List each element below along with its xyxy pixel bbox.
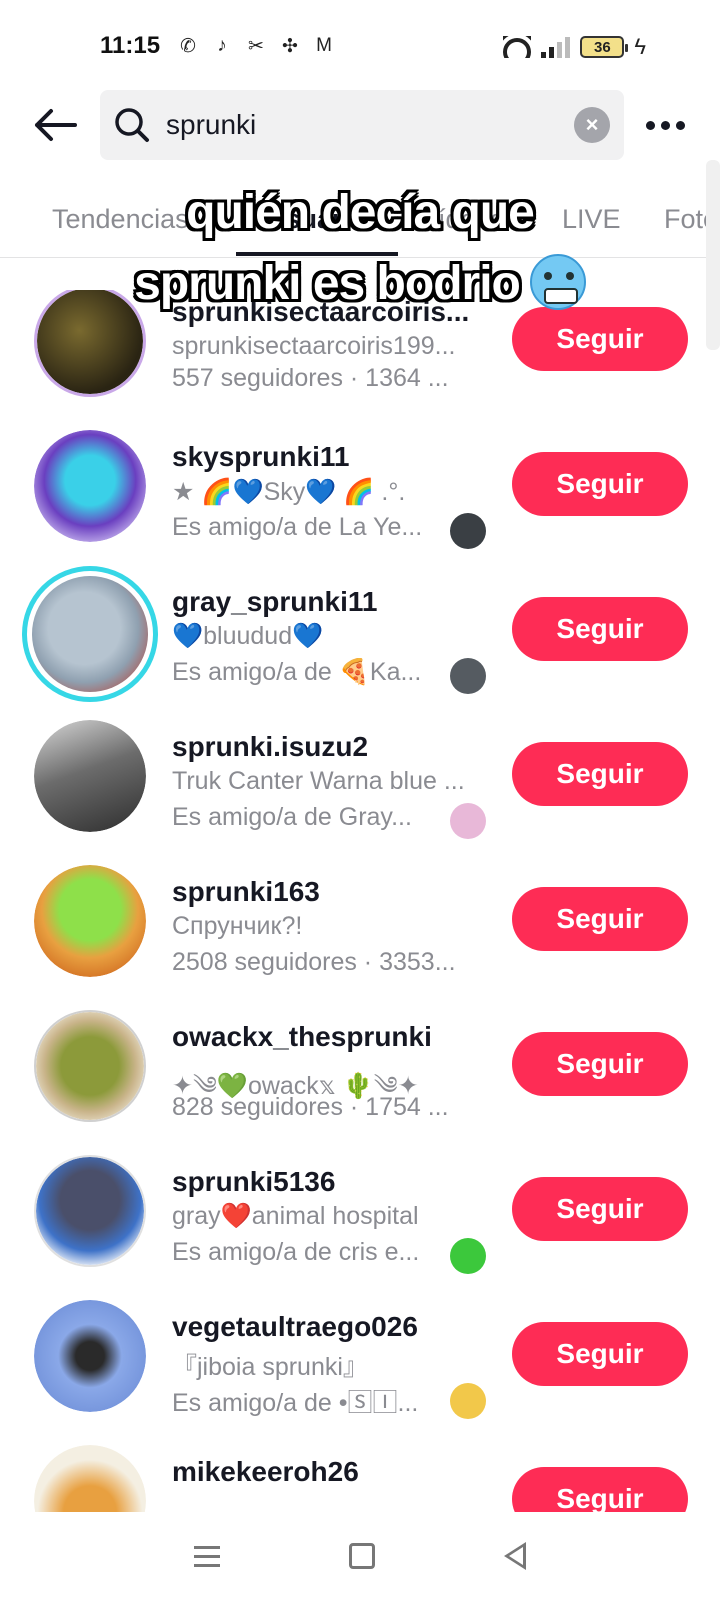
user-meta: Es amigo/a de 🍕Ka... bbox=[172, 658, 422, 686]
charging-icon: ϟ bbox=[634, 34, 646, 59]
username: sprunki5136 bbox=[172, 1166, 336, 1197]
avatar-live-ring[interactable] bbox=[22, 566, 158, 702]
capcut-icon: ✂ bbox=[248, 35, 264, 57]
dot-icon bbox=[660, 120, 670, 130]
user-meta: 2508 seguidores · 3353... bbox=[172, 948, 456, 976]
avatar[interactable] bbox=[34, 1300, 146, 1412]
user-bio: gray❤️animal hospital bbox=[172, 1202, 419, 1230]
user-row[interactable]: sprunki.isuzu2 Truk Canter Warna blue ..… bbox=[0, 720, 720, 873]
user-row[interactable]: sprunki5136 gray❤️animal hospital Es ami… bbox=[0, 1155, 720, 1308]
video-caption-line-1: quién decía que bbox=[186, 186, 535, 239]
username: sprunki.isuzu2 bbox=[172, 731, 369, 762]
back-button[interactable] bbox=[30, 100, 80, 150]
username: gray_sprunki11 bbox=[172, 586, 378, 617]
username: skysprunki11 bbox=[172, 441, 350, 472]
user-meta: 828 seguidores · 1754 ... bbox=[172, 1093, 449, 1121]
user-meta: Es amigo/a de cris e... bbox=[172, 1238, 420, 1266]
user-bio: 『jiboia sprunki』 bbox=[172, 1353, 368, 1381]
home-icon[interactable] bbox=[348, 1543, 375, 1569]
status-time: 11:15 bbox=[100, 32, 161, 59]
system-nav-bar bbox=[0, 1512, 720, 1600]
user-row[interactable]: skysprunki11 ★ 🌈💙Sky💙 🌈 .°. Es amigo/a d… bbox=[0, 430, 720, 583]
follow-button[interactable]: Seguir bbox=[512, 887, 688, 951]
mutual-friend-avatar bbox=[450, 513, 486, 549]
follow-button[interactable]: Seguir bbox=[512, 1177, 688, 1241]
video-caption-line-2: sprunki es bodrio bbox=[0, 254, 720, 314]
gmail-icon: M bbox=[316, 35, 332, 56]
avatar[interactable] bbox=[34, 430, 146, 542]
user-meta: Es amigo/a de Gray... bbox=[172, 803, 412, 831]
username: mikekeeroh26 bbox=[172, 1456, 359, 1487]
username: sprunki163 bbox=[172, 876, 320, 907]
mutual-friend-avatar bbox=[450, 803, 486, 839]
mutual-friend-avatar bbox=[450, 658, 486, 694]
search-input[interactable] bbox=[166, 90, 566, 160]
search-icon bbox=[114, 107, 150, 143]
status-app-icons: ✆ ♪ ✂ ✣ M bbox=[176, 34, 336, 58]
tiktok-icon: ♪ bbox=[217, 35, 227, 56]
back-triangle-icon[interactable] bbox=[503, 1542, 526, 1570]
user-bio: Спрунчик?! bbox=[172, 912, 303, 940]
cold-face-emoji-icon bbox=[529, 254, 586, 311]
avatar[interactable] bbox=[34, 1010, 146, 1122]
follow-button[interactable]: Seguir bbox=[512, 1322, 688, 1386]
status-bar: 11:15 ✆ ♪ ✂ ✣ M 36 ϟ bbox=[0, 0, 720, 96]
avatar[interactable] bbox=[34, 720, 146, 832]
dot-icon bbox=[645, 120, 655, 130]
follow-button[interactable]: Seguir bbox=[512, 452, 688, 516]
follow-button[interactable]: Seguir bbox=[512, 742, 688, 806]
follow-button[interactable]: Seguir bbox=[512, 597, 688, 661]
user-row[interactable]: vegetaultraego026 『jiboia sprunki』 Es am… bbox=[0, 1300, 720, 1453]
user-meta: Es amigo/a de •🅂🄸... bbox=[172, 1389, 419, 1417]
clear-search-button[interactable]: × bbox=[574, 107, 610, 143]
recent-apps-icon[interactable] bbox=[194, 1545, 221, 1567]
video-caption-line-2-text: sprunki es bodrio bbox=[134, 257, 521, 310]
user-row[interactable]: gray_sprunki11 💙bluudud💙 Es amigo/a de 🍕… bbox=[0, 566, 720, 728]
signal-icon bbox=[541, 36, 571, 58]
user-row[interactable]: mikekeeroh26 Seguir bbox=[0, 1445, 720, 1512]
user-bio: Truk Canter Warna blue ... bbox=[172, 767, 465, 795]
more-options-button[interactable] bbox=[640, 108, 690, 142]
follow-button[interactable]: Seguir bbox=[512, 1032, 688, 1096]
user-bio: ★ 🌈💙Sky💙 🌈 .°. bbox=[172, 478, 406, 506]
user-meta: Es amigo/a de La Ye... bbox=[172, 513, 423, 541]
follow-button[interactable]: Seguir bbox=[512, 307, 688, 371]
search-bar[interactable]: × bbox=[100, 90, 624, 160]
user-bio: sprunkisectaarcoiris199... bbox=[172, 332, 456, 360]
battery-icon: 36 bbox=[580, 36, 629, 58]
user-meta: 557 seguidores · 1364 ... bbox=[172, 364, 449, 392]
avatar[interactable] bbox=[34, 1155, 146, 1267]
mutual-friend-avatar bbox=[450, 1383, 486, 1419]
avatar[interactable] bbox=[34, 865, 146, 977]
pinwheel-icon: ✣ bbox=[282, 35, 298, 57]
user-results-list[interactable]: sprunkisectaarcoiris... sprunkisectaarco… bbox=[0, 290, 720, 1512]
user-bio: 💙bluudud💙 bbox=[172, 622, 324, 650]
status-indicators: 36 ϟ bbox=[503, 34, 646, 60]
username: owackx_thesprunki bbox=[172, 1021, 432, 1052]
dot-icon bbox=[675, 120, 685, 130]
user-row[interactable]: sprunki163 Спрунчик?! 2508 seguidores · … bbox=[0, 865, 720, 1018]
avatar[interactable] bbox=[34, 1445, 146, 1512]
username: vegetaultraego026 bbox=[172, 1311, 418, 1342]
whatsapp-icon: ✆ bbox=[180, 35, 196, 57]
user-row[interactable]: owackx_thesprunki ✦༄💚owack𝕩 🌵༄✦ 828 segu… bbox=[0, 1010, 720, 1163]
follow-button[interactable]: Seguir bbox=[512, 1467, 688, 1512]
mutual-friend-avatar bbox=[450, 1238, 486, 1274]
wifi-icon bbox=[503, 36, 532, 58]
arrow-left-icon bbox=[35, 109, 77, 141]
